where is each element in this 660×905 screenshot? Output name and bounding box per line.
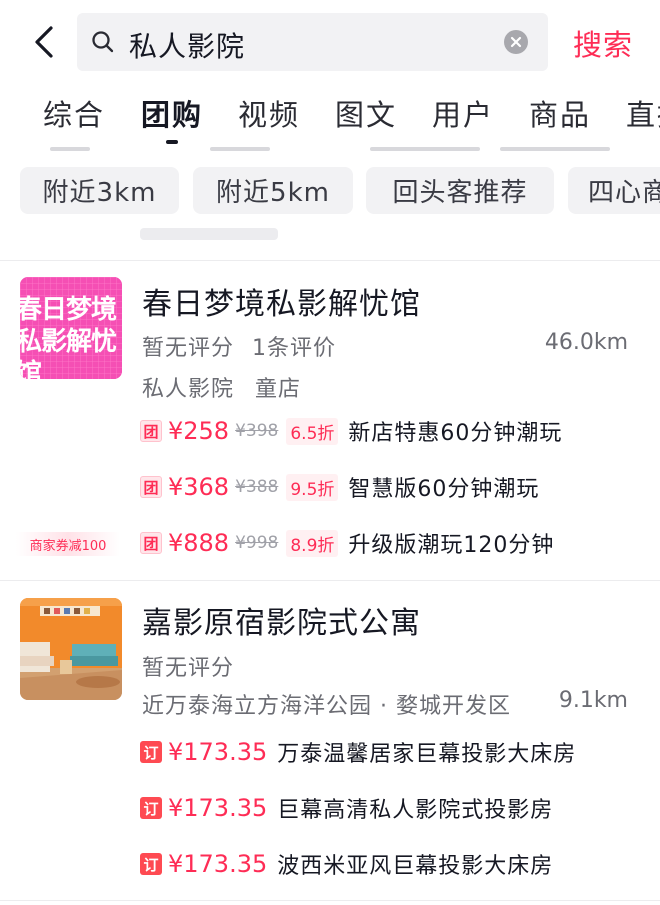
deal-original-price: ¥398 (235, 421, 279, 441)
shop-name[interactable]: 春日梦境私影解忧馆 (142, 279, 421, 323)
scrolled-content-edge-2 (140, 228, 278, 240)
booking-row[interactable]: 订 ¥173.35 巨幕高清私人影院式投影房 (140, 792, 553, 824)
divider (0, 260, 660, 261)
search-icon (92, 31, 114, 53)
deal-row[interactable]: 团 ¥368 ¥388 9.5折 智慧版60分钟潮玩 (140, 471, 539, 503)
shop-area: 童店 (255, 377, 302, 402)
deal-discount-badge: 8.9折 (286, 529, 339, 557)
deal-original-price: ¥998 (235, 533, 279, 553)
search-header: 私人影院 搜索 (0, 0, 660, 85)
tab-image-text[interactable]: 图文 (335, 92, 397, 134)
deal-price: ¥368 (168, 473, 230, 501)
search-button[interactable]: 搜索 (573, 22, 633, 64)
result-tabs: 综合 团购 视频 图文 用户 商品 直播 (0, 88, 660, 144)
booking-row[interactable]: 订 ¥173.35 波西米亚风巨幕投影大床房 (140, 848, 553, 880)
booking-row[interactable]: 订 ¥173.35 万泰温馨居家巨幕投影大床房 (140, 736, 576, 768)
group-buy-icon: 团 (140, 476, 162, 498)
booking-price: ¥173.35 (168, 794, 268, 822)
filter-chips: 附近3km 附近5km 回头客推荐 四心商家 (0, 167, 660, 215)
booking-icon: 订 (140, 741, 162, 763)
booking-price: ¥173.35 (168, 850, 268, 878)
tab-products[interactable]: 商品 (529, 92, 591, 134)
booking-icon: 订 (140, 853, 162, 875)
coupon-tag: 商家券减100 (16, 532, 120, 556)
group-buy-icon: 团 (140, 532, 162, 554)
deal-discount-badge: 6.5折 (286, 417, 339, 445)
shop-review-count: 1条评价 (252, 336, 336, 361)
booking-title: 万泰温馨居家巨幕投影大床房 (277, 742, 577, 767)
deal-price: ¥258 (168, 417, 230, 445)
tab-live[interactable]: 直播 (626, 92, 660, 134)
room-photo-image (20, 598, 122, 700)
shop-thumbnail[interactable] (20, 598, 122, 700)
shop-location: 近万泰海立方海洋公园 · 婺城开发区 (142, 694, 511, 719)
tab-users[interactable]: 用户 (432, 92, 494, 134)
deal-price: ¥888 (168, 529, 230, 557)
active-tab-indicator (166, 140, 178, 144)
deal-row[interactable]: 团 ¥258 ¥398 6.5折 新店特惠60分钟潮玩 (140, 415, 562, 447)
search-query-text: 私人影院 (129, 30, 246, 63)
divider (0, 900, 660, 901)
tab-video[interactable]: 视频 (238, 92, 300, 134)
chevron-left-icon (35, 26, 53, 58)
filter-chip-5km[interactable]: 附近5km (193, 167, 353, 214)
deal-row[interactable]: 团 ¥888 ¥998 8.9折 升级版潮玩120分钟 (140, 527, 554, 559)
deal-title: 新店特惠60分钟潮玩 (348, 421, 563, 446)
group-buy-icon: 团 (140, 420, 162, 442)
tab-comprehensive[interactable]: 综合 (43, 92, 105, 134)
filter-chip-3km[interactable]: 附近3km (20, 167, 179, 214)
back-button[interactable] (26, 22, 62, 62)
deal-original-price: ¥388 (235, 477, 279, 497)
booking-title: 巨幕高清私人影院式投影房 (277, 798, 554, 823)
booking-title: 波西米亚风巨幕投影大床房 (277, 854, 554, 879)
shop-rating: 暂无评分 (142, 656, 235, 681)
shop-thumb-text: 春日梦境私影解忧馆 (20, 295, 117, 379)
deal-discount-badge: 9.5折 (286, 473, 339, 501)
scrolled-content-edge (0, 146, 660, 152)
shop-rating: 暂无评分 (142, 336, 235, 361)
filter-chip-repeat-customers[interactable]: 回头客推荐 (366, 167, 554, 214)
booking-icon: 订 (140, 797, 162, 819)
shop-name[interactable]: 嘉影原宿影院式公寓 (142, 598, 421, 642)
filter-chip-four-heart[interactable]: 四心商家 (568, 167, 660, 214)
booking-price: ¥173.35 (168, 738, 268, 766)
shop-category: 私人影院 (142, 377, 235, 402)
shop-distance: 9.1km (558, 688, 628, 713)
deal-title: 智慧版60分钟潮玩 (348, 477, 540, 502)
deal-title: 升级版潮玩120分钟 (348, 533, 555, 558)
divider (0, 580, 660, 581)
clear-icon[interactable] (504, 30, 528, 54)
shop-distance: 46.0km (544, 330, 628, 355)
tab-group-buy[interactable]: 团购 (141, 92, 203, 134)
search-input[interactable]: 私人影院 (77, 13, 548, 71)
shop-thumbnail[interactable]: 春日梦境私影解忧馆 (20, 277, 122, 379)
